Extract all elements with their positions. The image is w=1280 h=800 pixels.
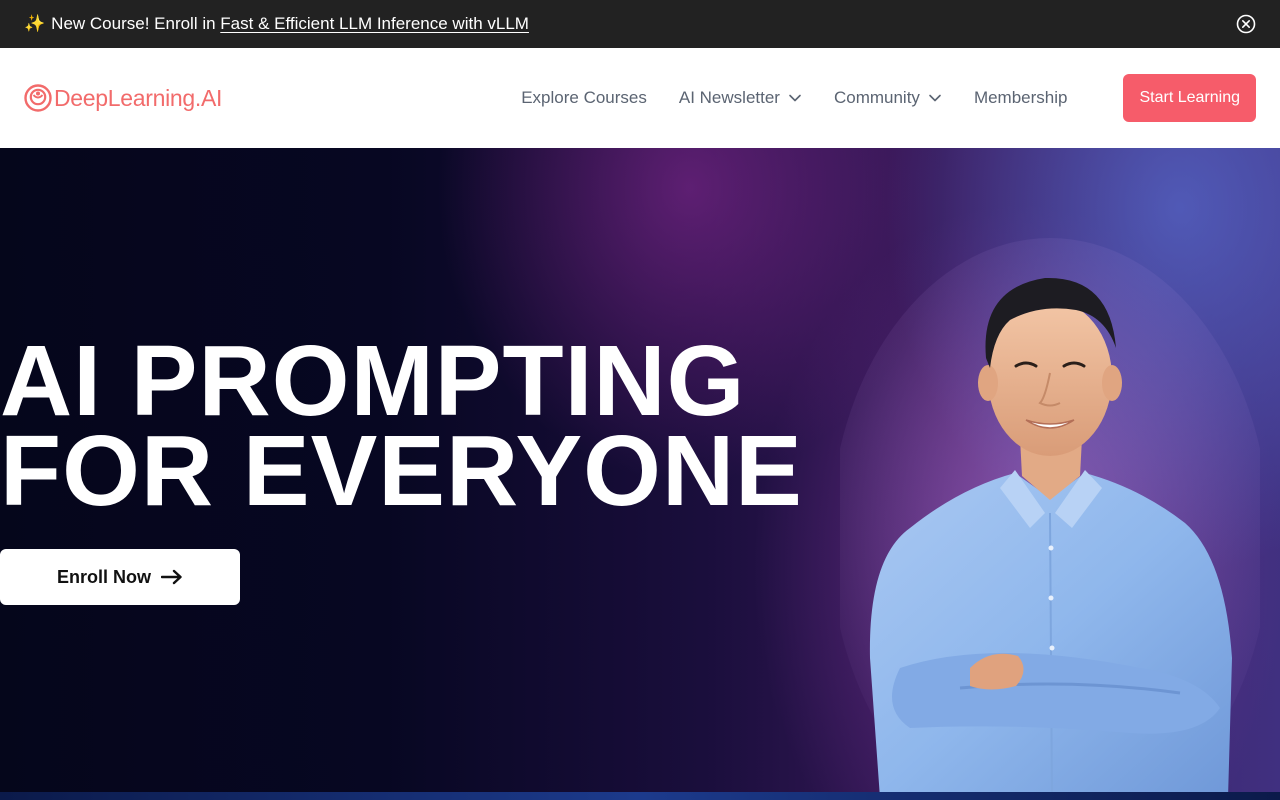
site-logo[interactable]: DeepLearning.AI [24,84,222,112]
nav-label: AI Newsletter [678,88,780,107]
nav-community[interactable]: Community [834,88,942,108]
hero-title-line-2: FOR EVERYONE [0,415,803,527]
arrow-right-icon [161,569,182,585]
nav-explore-courses[interactable]: Explore Courses [521,88,647,108]
close-circle-icon[interactable] [1236,14,1256,34]
site-header: DeepLearning.AI Explore Courses AI Newsl… [0,48,1280,148]
nav-membership[interactable]: Membership [974,88,1068,108]
deeplearning-logo-icon [24,84,52,112]
main-nav: Explore Courses AI Newsletter Community … [521,74,1256,122]
chevron-down-icon [789,94,801,102]
enroll-now-button[interactable]: Enroll Now [0,549,240,605]
instructor-photo [840,238,1260,792]
announcement-course-link[interactable]: Fast & Efficient LLM Inference with vLLM [220,14,529,34]
logo-text: DeepLearning.AI [54,84,223,111]
sparkle-icon: ✨ [24,14,46,33]
nav-label: Explore Courses [521,88,647,107]
nav-label: Community [833,88,920,107]
hero-title-line-1: AI PROMPTING [0,325,746,437]
chevron-down-icon [929,94,941,102]
nav-label: Membership [973,88,1068,107]
announcement-bar: ✨ New Course! Enroll in Fast & Efficient… [0,0,1280,48]
hero-title: AI PROMPTING FOR EVERYONE [0,325,803,527]
enroll-label: Enroll Now [57,566,151,587]
nav-ai-newsletter[interactable]: AI Newsletter [679,88,802,108]
announcement-text: New Course! Enroll in [51,14,221,33]
section-divider [0,792,1280,800]
start-learning-button[interactable]: Start Learning [1123,74,1256,122]
hero-banner: AI PROMPTING FOR EVERYONE Enroll Now [0,148,1280,792]
